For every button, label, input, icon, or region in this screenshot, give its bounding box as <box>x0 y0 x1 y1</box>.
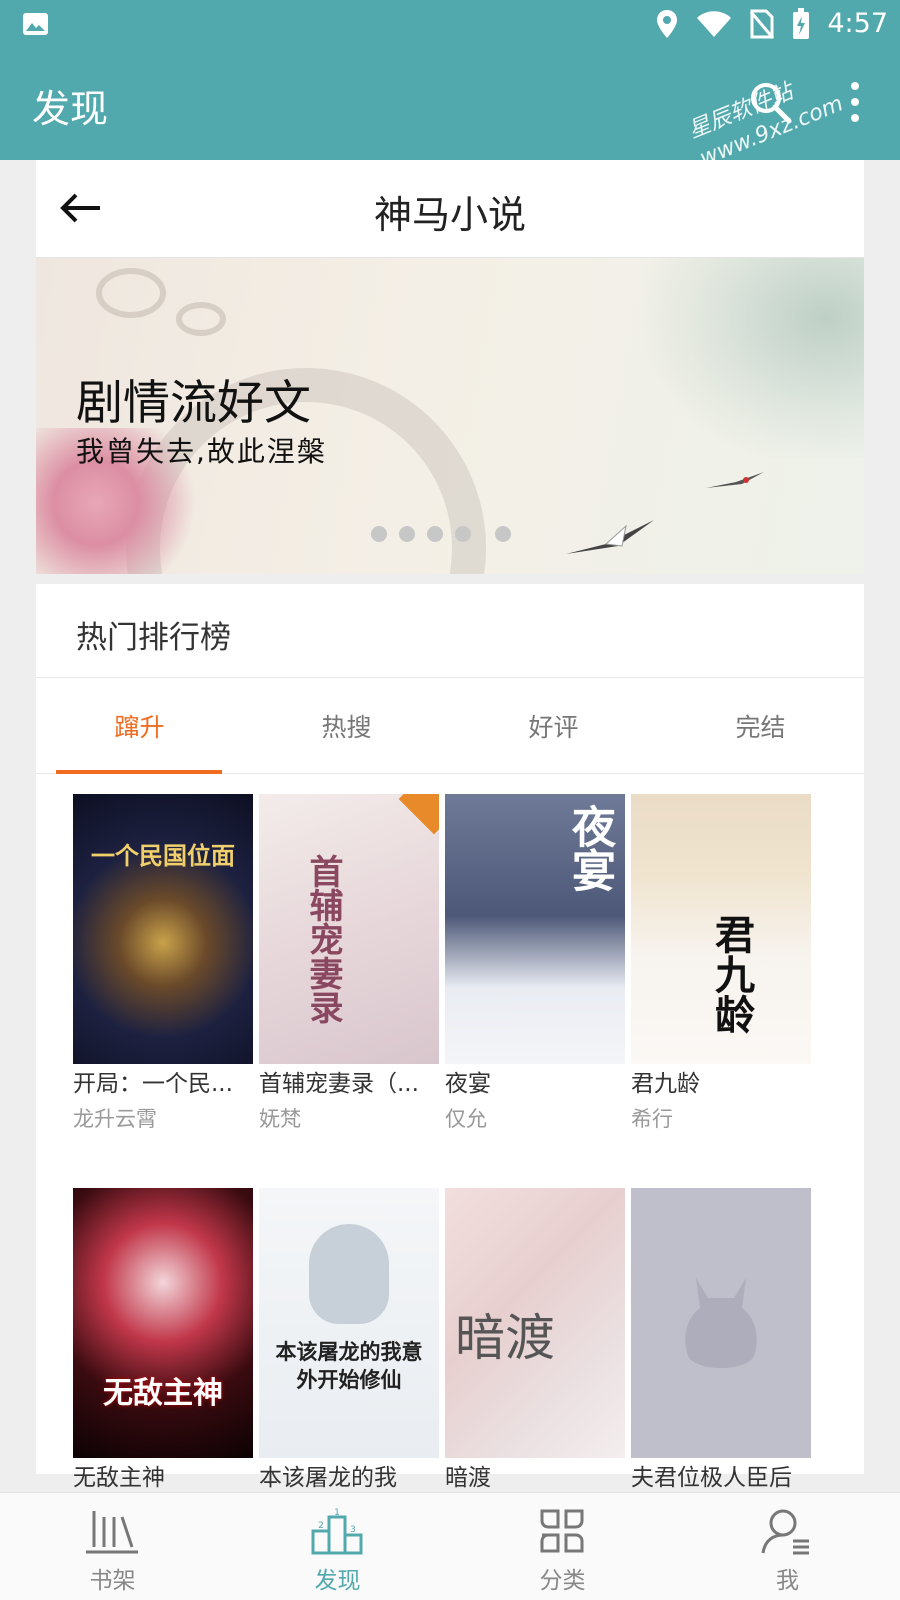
book-cover: 暗渡 <box>445 1188 625 1458</box>
nav-discover[interactable]: 1 2 3 发现 <box>225 1493 450 1600</box>
book-author: 希行 <box>631 1107 673 1131</box>
nav-label: 我 <box>776 1568 799 1594</box>
book-card[interactable]: 夜宴 夜宴 仅允 <box>445 794 625 1134</box>
book-cover: 夜宴 <box>445 794 625 1064</box>
book-cover: 本该屠龙的我意外开始修仙 <box>259 1188 439 1458</box>
book-card[interactable]: 一个民国位面 开局：一个民... 龙升云霄 <box>73 794 253 1134</box>
location-icon <box>657 10 677 38</box>
book-card[interactable]: 暗渡 暗渡 <box>445 1188 625 1494</box>
category-icon <box>540 1509 584 1553</box>
sub-header: 神马小说 <box>36 160 864 258</box>
ranking-tabs: 蹿升 热搜 好评 完结 <box>36 678 864 774</box>
more-options-icon[interactable] <box>840 80 870 124</box>
wifi-icon <box>697 11 731 37</box>
book-cover: 首辅宠妻录 <box>259 794 439 1064</box>
tab-completed[interactable]: 完结 <box>657 678 864 773</box>
image-notification-icon <box>23 13 48 35</box>
promo-banner[interactable]: 剧情流好文 我曾失去,故此涅槃 <box>36 258 864 574</box>
search-icon[interactable] <box>748 80 792 124</box>
podium-icon: 1 2 3 <box>311 1508 363 1555</box>
profile-icon <box>761 1509 809 1555</box>
carousel-dot[interactable] <box>495 526 511 542</box>
book-title: 夫君位极人臣后 <box>631 1465 792 1491</box>
book-card[interactable]: 君九龄 君九龄 希行 <box>631 794 811 1134</box>
svg-text:2: 2 <box>318 1521 324 1531</box>
nav-profile[interactable]: 我 <box>675 1493 900 1600</box>
page-title: 发现 <box>32 87 109 131</box>
svg-text:3: 3 <box>350 1525 356 1535</box>
placeholder-mascot-icon <box>685 1278 757 1368</box>
cat-illustration <box>309 1224 389 1324</box>
crane-decoration <box>566 520 654 554</box>
nav-label: 书架 <box>89 1568 136 1594</box>
corner-ribbon <box>398 794 439 835</box>
book-author: 妩梵 <box>259 1107 301 1131</box>
book-title: 开局：一个民... <box>73 1071 233 1097</box>
book-author: 仅允 <box>445 1107 487 1131</box>
book-card[interactable]: 本该屠龙的我意外开始修仙 本该屠龙的我 <box>259 1188 439 1494</box>
book-author: 龙升云霄 <box>73 1107 157 1131</box>
book-grid: 一个民国位面 开局：一个民... 龙升云霄 首辅宠妻录 首辅宠妻录（... 妩梵… <box>36 774 864 1491</box>
nav-bookshelf[interactable]: 书架 <box>0 1493 225 1600</box>
cloud-decoration <box>176 302 226 336</box>
book-title: 本该屠龙的我 <box>259 1465 397 1491</box>
banner-title: 剧情流好文 <box>76 376 311 431</box>
book-title: 无敌主神 <box>73 1465 165 1491</box>
svg-text:1: 1 <box>334 1508 340 1518</box>
battery-charging-icon <box>793 8 809 39</box>
clock: 4:57 <box>827 8 888 39</box>
carousel-dot[interactable] <box>371 526 387 542</box>
nav-category[interactable]: 分类 <box>450 1493 675 1600</box>
book-cover: 君九龄 <box>631 794 811 1064</box>
book-title: 夜宴 <box>445 1071 491 1097</box>
mountain-decoration <box>644 258 864 458</box>
carousel-dot[interactable] <box>427 526 443 542</box>
book-title: 首辅宠妻录（... <box>259 1071 419 1097</box>
book-cover-placeholder <box>631 1188 811 1458</box>
book-cover: 一个民国位面 <box>73 794 253 1064</box>
cloud-decoration <box>96 268 166 318</box>
app-bar: 发现 星辰软件站 www.9xz.com <box>0 48 900 172</box>
bottom-navigation: 书架 1 2 3 发现 分类 我 <box>0 1492 900 1600</box>
tab-rising[interactable]: 蹿升 <box>36 678 243 773</box>
nav-label: 发现 <box>314 1568 361 1594</box>
nav-label: 分类 <box>539 1568 586 1594</box>
source-title: 神马小说 <box>373 193 526 237</box>
status-bar: 4:57 <box>0 0 900 48</box>
section-title: 热门排行榜 <box>36 584 864 678</box>
carousel-dot[interactable] <box>399 526 415 542</box>
bookshelf-icon <box>86 1511 138 1554</box>
book-card[interactable]: 无敌主神 无敌主神 <box>73 1188 253 1494</box>
tab-top-rated[interactable]: 好评 <box>450 678 657 773</box>
banner-subtitle: 我曾失去,故此涅槃 <box>76 435 327 468</box>
tab-hot-search[interactable]: 热搜 <box>243 678 450 773</box>
carousel-indicator <box>371 526 511 542</box>
book-card[interactable]: 夫君位极人臣后 <box>631 1188 811 1494</box>
book-card[interactable]: 首辅宠妻录 首辅宠妻录（... 妩梵 <box>259 794 439 1134</box>
divider <box>36 574 864 584</box>
book-title: 暗渡 <box>445 1465 491 1491</box>
book-title: 君九龄 <box>631 1071 700 1097</box>
crane-decoration <box>706 472 764 488</box>
content-card: 神马小说 剧情流好文 我曾失去,故此涅槃 热门排行榜 蹿升 热搜 好评 完结 一… <box>36 160 864 1491</box>
carousel-dot[interactable] <box>455 526 471 542</box>
book-cover: 无敌主神 <box>73 1188 253 1458</box>
no-sim-icon <box>750 9 774 39</box>
